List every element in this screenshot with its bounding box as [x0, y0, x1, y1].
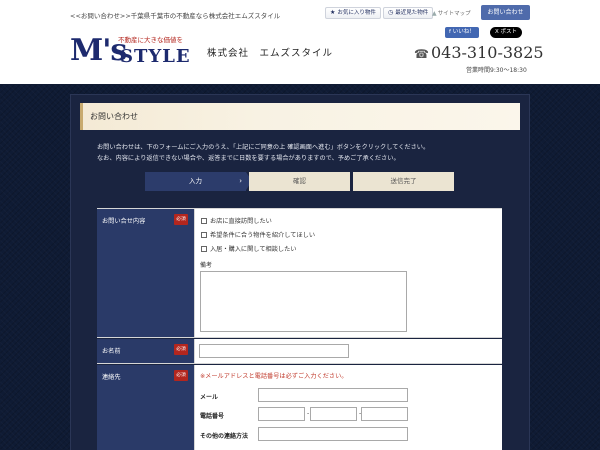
form-row-name: お名前 必須 — [97, 339, 502, 364]
favorites-label: お気に入り物件 — [337, 10, 376, 16]
phone-label: 電話番号 — [200, 413, 225, 420]
contact-button[interactable]: お問い合わせ — [481, 5, 530, 20]
name-field-cell — [195, 339, 502, 363]
breadcrumb: <<お問い合わせ>>千葉県千葉市の不動産なら株式会社エムズスタイル — [70, 12, 281, 20]
phone-input-2[interactable] — [310, 407, 357, 421]
checkbox[interactable] — [201, 231, 207, 238]
logo-style-text: STYLE — [120, 46, 191, 67]
other-contact-input[interactable] — [258, 427, 408, 441]
phone-separator: - — [307, 410, 310, 417]
phone-input-1[interactable] — [258, 407, 305, 421]
phone-input-3[interactable] — [361, 407, 408, 421]
phone-icon: ☎ — [414, 47, 429, 61]
step-input-label: 入力 — [189, 177, 202, 185]
logo-tagline: 不動産に大きな価値を — [118, 36, 183, 44]
remark-label: 備考 — [200, 262, 213, 269]
page-title: お問い合わせ — [90, 112, 138, 121]
phone-text: 043-310-3825 — [430, 43, 544, 62]
sitemap-icon: ▲ — [432, 10, 437, 17]
form-row-contact: 連絡先 必須 ※メールアドレスと電話番号は必ずご入力ください。 メール 電話番号… — [97, 365, 502, 450]
star-icon: ★ — [330, 9, 336, 16]
inquiry-label: お問い合せ内容 — [102, 218, 146, 225]
step-input: 入力 › — [145, 172, 252, 191]
option-label: 希望条件に合う物件を紹介してほしい — [210, 232, 316, 239]
inquiry-option-visit[interactable]: お店に直接訪問したい — [201, 216, 272, 225]
inquiry-option-consult[interactable]: 入居・購入に関して相談したい — [201, 244, 296, 253]
other-contact-label: その他の連絡方法 — [200, 433, 249, 440]
intro-line-2: なお、内容により返信できない場合や、返答までに日数を要する場合がありますので、予… — [97, 155, 400, 162]
recent-properties-button[interactable]: ◷ 最近見た物件 — [383, 7, 434, 19]
inquiry-field-cell: お店に直接訪問したい 希望条件に合う物件を紹介してほしい 入居・購入に関して相談… — [195, 209, 502, 337]
required-badge: 必須 — [174, 370, 188, 381]
step-confirm: 確認 — [249, 172, 350, 191]
contact-notice: ※メールアドレスと電話番号は必ずご入力ください。 — [200, 373, 348, 380]
name-label: お名前 — [102, 348, 121, 355]
x-post-label: ポスト — [500, 29, 518, 35]
favorites-button[interactable]: ★ お気に入り物件 — [325, 7, 381, 19]
contact-label: 連絡先 — [102, 374, 121, 381]
chevron-right-icon: › — [239, 177, 242, 185]
clock-icon: ◷ — [388, 9, 394, 16]
fb-like-label: いいね！ — [452, 29, 475, 35]
required-badge: 必須 — [174, 214, 188, 225]
email-input[interactable] — [258, 388, 408, 402]
sitemap-link[interactable]: ▲サイトマップ — [432, 9, 471, 17]
name-header-cell: お名前 必須 — [97, 339, 195, 363]
site-logo[interactable]: M's 不動産に大きな価値を STYLE — [70, 36, 190, 68]
phone-number: ☎ 043-310-3825 — [414, 43, 544, 62]
facebook-like-button[interactable]: f いいね！ — [445, 27, 479, 38]
sitemap-label: サイトマップ — [437, 11, 471, 17]
form-row-inquiry: お問い合せ内容 必須 お店に直接訪問したい 希望条件に合う物件を紹介してほしい … — [97, 208, 502, 338]
x-post-button[interactable]: X ポスト — [490, 27, 523, 38]
page-title-bar: お問い合わせ — [80, 103, 520, 130]
intro-text: お問い合わせは、下のフォームにご入力のうえ、「上記にご同意の上 確認画面へ進む」… — [97, 142, 429, 164]
business-hours: 営業時間9:30～18:30 — [466, 67, 527, 74]
company-name: 株式会社 エムズスタイル — [207, 48, 334, 59]
intro-line-1: お問い合わせは、下のフォームにご入力のうえ、「上記にご同意の上 確認画面へ進む」… — [97, 144, 430, 151]
email-label: メール — [200, 394, 219, 401]
checkbox[interactable] — [201, 217, 207, 224]
checkbox[interactable] — [201, 245, 207, 252]
site-header: <<お問い合わせ>>千葉県千葉市の不動産なら株式会社エムズスタイル ★ お気に入… — [0, 0, 600, 84]
option-label: お店に直接訪問したい — [210, 218, 272, 225]
recent-label: 最近見た物件 — [395, 10, 429, 16]
name-input[interactable] — [199, 344, 349, 358]
remark-textarea[interactable] — [200, 271, 407, 332]
contact-header-cell: 連絡先 必須 — [97, 365, 195, 450]
step-complete: 送信完了 — [353, 172, 454, 191]
inquiry-option-recommend[interactable]: 希望条件に合う物件を紹介してほしい — [201, 230, 315, 239]
contact-field-cell: ※メールアドレスと電話番号は必ずご入力ください。 メール 電話番号 - - その… — [195, 365, 502, 450]
required-badge: 必須 — [174, 344, 188, 355]
inquiry-header-cell: お問い合せ内容 必須 — [97, 209, 195, 337]
option-label: 入居・購入に関して相談したい — [210, 246, 297, 253]
